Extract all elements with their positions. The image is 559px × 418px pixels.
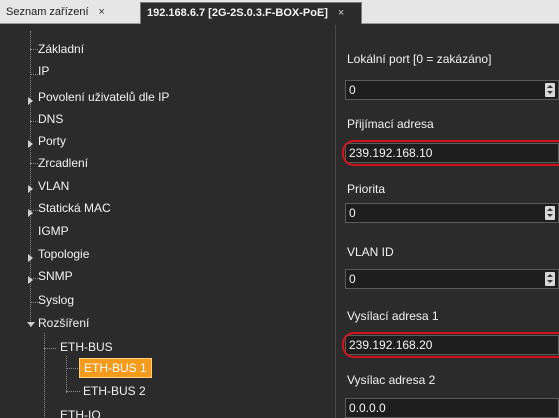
tree-connector (44, 333, 45, 418)
vlan-id-input[interactable]: 0 (345, 269, 559, 289)
spinner-icon[interactable] (545, 272, 555, 286)
spinner-icon[interactable] (545, 83, 555, 97)
tab-device-list[interactable]: Seznam zařízení × (0, 2, 140, 24)
send-address-1-input[interactable]: 239.192.168.20 (345, 335, 559, 355)
tab-device-config[interactable]: 192.168.6.7 [2G-2S.0.3.F-BOX-PoE] × (140, 2, 362, 24)
expand-arrow-icon[interactable] (28, 97, 33, 105)
expand-arrow-icon[interactable] (28, 276, 33, 284)
tree-item-eth-bus-2[interactable]: ETH-BUS 2 (83, 381, 146, 401)
tree-item-basic[interactable]: Základní (38, 39, 84, 59)
tree-item-eth-bus[interactable]: ETH-BUS (60, 337, 113, 357)
collapse-arrow-icon[interactable] (27, 322, 35, 327)
send-address-2-input[interactable]: 0.0.0.0 (345, 398, 559, 418)
receive-address-value: 239.192.168.10 (349, 146, 433, 160)
tree-item-ip[interactable]: IP (38, 61, 49, 81)
tree-item-dns[interactable]: DNS (38, 109, 63, 129)
tree-connector (44, 348, 56, 349)
local-port-value: 0 (349, 83, 356, 97)
expand-arrow-icon[interactable] (28, 140, 33, 148)
tree-connector (66, 356, 67, 393)
send-address-1-value: 239.192.168.20 (349, 338, 433, 352)
tree-connector (66, 368, 80, 369)
tree-connector (30, 163, 38, 164)
tree-item-topology[interactable]: Topologie (38, 244, 89, 264)
tree-item-ip-user-permissions[interactable]: Povolení uživatelů dle IP (38, 87, 169, 107)
send-address-1-label: Vysílací adresa 1 (347, 309, 439, 323)
tree-item-snmp[interactable]: SNMP (38, 266, 73, 286)
tree-item-igmp[interactable]: IGMP (38, 221, 69, 241)
tree-item-ports[interactable]: Porty (38, 131, 66, 151)
tab-label: 192.168.6.7 [2G-2S.0.3.F-BOX-PoE] (147, 7, 328, 19)
local-port-label: Lokální port [0 = zakázáno] (347, 52, 492, 66)
expand-arrow-icon[interactable] (28, 185, 33, 193)
tree-item-vlan[interactable]: VLAN (38, 176, 69, 196)
vlan-id-value: 0 (349, 272, 356, 286)
tab-label: Seznam zařízení (6, 6, 89, 18)
receive-address-label: Přijímací adresa (347, 117, 434, 131)
tree-connector (30, 302, 38, 303)
tree-item-extensions[interactable]: Rozšíření (38, 313, 89, 333)
tree-item-eth-bus-1[interactable]: ETH-BUS 1 (79, 358, 152, 378)
expand-arrow-icon[interactable] (28, 209, 33, 217)
spinner-icon[interactable] (545, 206, 555, 220)
close-icon[interactable]: × (335, 3, 347, 23)
send-address-2-value: 0.0.0.0 (349, 401, 386, 415)
tab-bar: Seznam zařízení × 192.168.6.7 [2G-2S.0.3… (0, 0, 559, 24)
properties-panel: Lokální port [0 = zakázáno] 0 Přijímací … (337, 25, 559, 418)
vlan-id-label: VLAN ID (347, 245, 394, 259)
priority-input[interactable]: 0 (345, 203, 559, 223)
tree-connector (30, 49, 38, 50)
expand-arrow-icon[interactable] (28, 254, 33, 262)
tree-item-static-mac[interactable]: Statická MAC (38, 198, 111, 218)
tree-item-syslog[interactable]: Syslog (38, 290, 74, 310)
local-port-input[interactable]: 0 (345, 80, 559, 100)
receive-address-input[interactable]: 239.192.168.10 (345, 143, 559, 163)
tree-connector (30, 74, 38, 75)
send-address-2-label: Vysílac adresa 2 (347, 373, 436, 387)
close-icon[interactable]: × (96, 2, 108, 22)
tree-item-mirroring[interactable]: Zrcadlení (38, 153, 88, 173)
priority-value: 0 (349, 206, 356, 220)
priority-label: Priorita (347, 182, 386, 196)
settings-tree: Základní IP Povolení uživatelů dle IP DN… (0, 25, 336, 418)
tree-connector (66, 391, 80, 392)
tree-connector (30, 121, 38, 122)
tree-item-eth-io[interactable]: ETH-IO (60, 405, 101, 418)
